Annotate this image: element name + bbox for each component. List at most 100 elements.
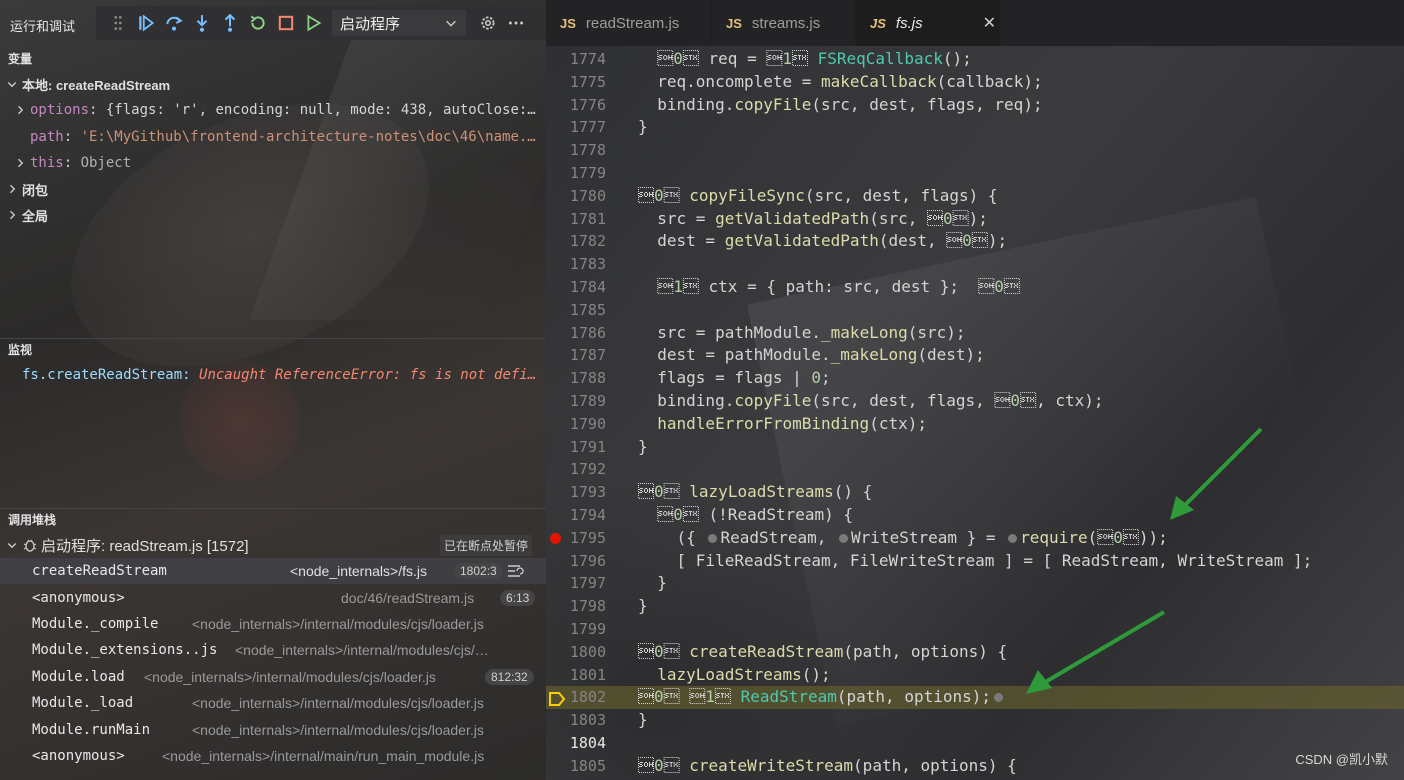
line-number[interactable]: 1784: [546, 276, 606, 299]
line-number[interactable]: 1800: [546, 641, 606, 664]
code-line[interactable]: 1801 lazyLoadStreams();: [546, 664, 1404, 687]
line-number[interactable]: 1796: [546, 550, 606, 573]
line-number[interactable]: 1803: [546, 709, 606, 732]
code-line[interactable]: 1804: [546, 732, 1404, 755]
line-number[interactable]: 1788: [546, 367, 606, 390]
code-line[interactable]: 1785: [546, 299, 1404, 322]
code-line[interactable]: 1800 0 createReadStream(path, options) …: [546, 641, 1404, 664]
step-over-icon[interactable]: [160, 9, 188, 37]
code-line[interactable]: 1796 [ FileReadStream, FileWriteStream ]…: [546, 550, 1404, 573]
code-line[interactable]: 1803}: [546, 709, 1404, 732]
gear-icon[interactable]: [474, 9, 502, 37]
code-line[interactable]: 1778: [546, 139, 1404, 162]
code-line[interactable]: 1780 0 copyFileSync(src, dest, flags) {: [546, 185, 1404, 208]
global-scope-node[interactable]: 全局: [0, 202, 546, 228]
variable-path[interactable]: path: 'E:\MyGithub\frontend-architecture…: [0, 124, 546, 150]
closure-scope-node[interactable]: 闭包: [0, 176, 546, 202]
code-line[interactable]: 1779: [546, 162, 1404, 185]
tab-readstream-js[interactable]: JS readStream.js: [546, 0, 712, 46]
line-number[interactable]: 1775: [546, 71, 606, 94]
line-number[interactable]: 1776: [546, 94, 606, 117]
stack-frame[interactable]: <anonymous> doc/46/readStream.js 6:13: [0, 585, 546, 611]
line-number[interactable]: 1782: [546, 230, 606, 253]
code-line[interactable]: 1790 handleErrorFromBinding(ctx);: [546, 413, 1404, 436]
line-number[interactable]: 1805: [546, 755, 606, 778]
start-debugging-icon[interactable]: [300, 9, 328, 37]
code-line[interactable]: 1791}: [546, 436, 1404, 459]
code-line[interactable]: 1777}: [546, 116, 1404, 139]
line-number[interactable]: 1794: [546, 504, 606, 527]
code-line[interactable]: 1805 0 createWriteStream(path, options)…: [546, 755, 1404, 778]
line-number[interactable]: 1777: [546, 116, 606, 139]
breakpoint-icon[interactable]: [550, 532, 561, 544]
step-out-icon[interactable]: [216, 9, 244, 37]
stop-icon[interactable]: [272, 9, 300, 37]
code-line[interactable]: 1794 0 (!ReadStream) {: [546, 504, 1404, 527]
drag-handle-icon[interactable]: [104, 9, 132, 37]
restart-frame-icon[interactable]: [506, 563, 524, 579]
stack-frame[interactable]: Module.runMain <node_internals>/internal…: [0, 717, 546, 743]
stack-frame[interactable]: createReadStream <node_internals>/fs.js …: [0, 558, 546, 584]
code-line[interactable]: 1776 binding.copyFile(src, dest, flags, …: [546, 94, 1404, 117]
stack-frame[interactable]: Module._load <node_internals>/internal/m…: [0, 690, 546, 716]
continue-icon[interactable]: [132, 9, 160, 37]
variables-section-header[interactable]: 变量: [0, 47, 546, 69]
line-number[interactable]: 1792: [546, 458, 606, 481]
code-line[interactable]: 1792: [546, 458, 1404, 481]
local-scope-node[interactable]: 本地: createReadStream: [0, 71, 546, 97]
stack-frame[interactable]: <anonymous> <node_internals>/internal/ma…: [0, 743, 546, 769]
line-number[interactable]: 1783: [546, 253, 606, 276]
code-line[interactable]: 1798}: [546, 595, 1404, 618]
line-number[interactable]: 1793: [546, 481, 606, 504]
line-number[interactable]: 1801: [546, 664, 606, 687]
line-number[interactable]: 1790: [546, 413, 606, 436]
stack-frame[interactable]: Module.load <node_internals>/internal/mo…: [0, 664, 546, 690]
tab-fs-js[interactable]: JS fs.js ✕: [856, 0, 1000, 46]
line-number[interactable]: 1799: [546, 618, 606, 641]
line-number[interactable]: 1778: [546, 139, 606, 162]
code-line[interactable]: 1793 0 lazyLoadStreams() {: [546, 481, 1404, 504]
stack-frame[interactable]: Module._extensions..js <node_internals>/…: [0, 637, 546, 663]
code-line[interactable]: 1789 binding.copyFile(src, dest, flags, …: [546, 390, 1404, 413]
line-number[interactable]: 1780: [546, 185, 606, 208]
close-icon[interactable]: ✕: [983, 13, 996, 33]
code-line[interactable]: 1788 flags = flags | 0;: [546, 367, 1404, 390]
code-line[interactable]: 1781 src = getValidatedPath(src, 0);: [546, 208, 1404, 231]
restart-icon[interactable]: [244, 9, 272, 37]
callstack-section-header[interactable]: 调用堆栈: [0, 508, 546, 530]
code-line[interactable]: 1784 1 ctx = { path: src, dest }; 0: [546, 276, 1404, 299]
line-number[interactable]: 1789: [546, 390, 606, 413]
code-line[interactable]: 1774 0 req = 1 FSReqCallback();: [546, 48, 1404, 71]
line-number[interactable]: 1779: [546, 162, 606, 185]
line-number[interactable]: 1804: [546, 732, 606, 755]
line-number[interactable]: 1774: [546, 48, 606, 71]
step-into-icon[interactable]: [188, 9, 216, 37]
code-line[interactable]: 1795 ({ ReadStream, WriteStream } = requ…: [546, 527, 1404, 550]
code-line[interactable]: 1802 0 1 ReadStream(path, options);: [546, 686, 1404, 710]
tab-streams-js[interactable]: JS streams.js: [712, 0, 856, 46]
code-text: 0 lazyLoadStreams() {: [638, 482, 873, 502]
stack-frame[interactable]: Module._compile <node_internals>/interna…: [0, 611, 546, 637]
variable-options[interactable]: options: {flags: 'r', encoding: null, mo…: [0, 97, 546, 123]
launch-config-select[interactable]: 启动程序: [332, 10, 466, 36]
code-line[interactable]: 1786 src = pathModule._makeLong(src);: [546, 322, 1404, 345]
code-line[interactable]: 1797 }: [546, 572, 1404, 595]
line-number[interactable]: 1798: [546, 595, 606, 618]
code-line[interactable]: 1783: [546, 253, 1404, 276]
line-number[interactable]: 1785: [546, 299, 606, 322]
watch-section-header[interactable]: 监视: [0, 338, 546, 360]
line-number[interactable]: 1797: [546, 572, 606, 595]
code-editor[interactable]: 1774 0 req = 1 FSReqCallback(); 1775 …: [546, 46, 1404, 780]
callstack-thread[interactable]: 启动程序: readStream.js [1572] 已在断点处暂停: [0, 532, 546, 558]
line-number[interactable]: 1781: [546, 208, 606, 231]
code-line[interactable]: 1799: [546, 618, 1404, 641]
code-line[interactable]: 1787 dest = pathModule._makeLong(dest);: [546, 344, 1404, 367]
line-number[interactable]: 1787: [546, 344, 606, 367]
code-line[interactable]: 1775 req.oncomplete = makeCallback(callb…: [546, 71, 1404, 94]
watch-expression[interactable]: fs.createReadStream: Uncaught ReferenceE…: [0, 362, 546, 388]
variable-this[interactable]: this: Object: [0, 150, 546, 176]
code-line[interactable]: 1782 dest = getValidatedPath(dest, 0);: [546, 230, 1404, 253]
line-number[interactable]: 1791: [546, 436, 606, 459]
line-number[interactable]: 1786: [546, 322, 606, 345]
more-actions-icon[interactable]: [502, 9, 530, 37]
